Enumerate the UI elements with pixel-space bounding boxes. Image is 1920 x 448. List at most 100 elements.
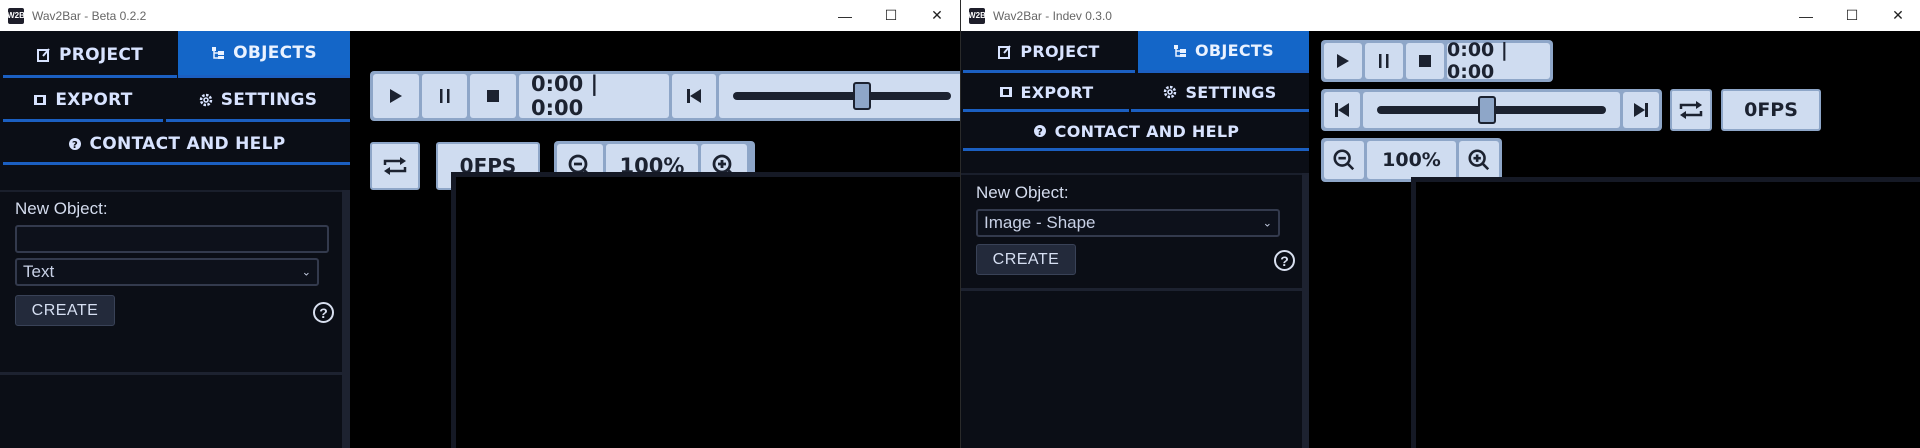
object-type-select[interactable]: Image - Shape ⌄ [976,209,1280,237]
zoom-in-button[interactable] [1459,141,1499,179]
sidebar-resize-handle[interactable] [342,190,350,448]
create-button[interactable]: CREATE [15,295,115,326]
stop-button[interactable] [1406,43,1444,79]
app-logo-icon: W2B [7,7,25,24]
new-object-label: New Object: [15,199,108,218]
sidebar: PROJECT OBJECTS EXPORT SETTINGS ? CONTAC… [0,31,350,448]
seek-thumb[interactable] [1478,96,1497,124]
tab-contact-help[interactable]: ? CONTACT AND HELP [3,125,350,165]
settings-icon [199,93,212,107]
maximize-button[interactable]: ☐ [868,0,914,31]
project-icon [36,47,50,62]
zoom-in-icon [1468,149,1490,171]
tab-project-label: PROJECT [58,44,144,65]
loop-icon [383,157,407,175]
close-button[interactable]: ✕ [914,0,960,31]
playback-controls: 0:00 | 0:00 [1321,39,1553,83]
tab-objects-label: OBJECTS [1195,41,1274,60]
zoom-out-icon [1333,149,1355,171]
loop-button[interactable] [370,142,420,190]
new-object-label: New Object: [976,183,1069,202]
window-right: W2B Wav2Bar - Indev 0.3.0 — ☐ ✕ PROJECT … [960,0,1920,448]
minimize-button[interactable]: — [822,0,868,31]
project-icon [998,44,1012,59]
tab-settings[interactable]: SETTINGS [166,81,350,122]
chevron-down-icon: ⌄ [301,266,311,279]
pause-icon [439,89,449,103]
window-title: Wav2Bar - Beta 0.2.2 [32,8,147,23]
pause-button[interactable] [1365,43,1403,79]
seek-slider[interactable] [719,74,960,118]
sidebar-divider [961,288,1302,291]
title-bar[interactable]: W2B Wav2Bar - Indev 0.3.0 — ☐ ✕ [961,0,1920,31]
minimize-button[interactable]: — [1783,0,1829,31]
zoom-level: 100% [1367,141,1456,179]
app-logo-text: W2B [7,10,25,20]
skip-back-button[interactable] [672,74,716,118]
play-button[interactable] [1324,43,1362,79]
chevron-down-icon: ⌄ [1262,217,1272,230]
help-circle-icon: ? [1033,125,1046,138]
seek-slider[interactable] [1363,92,1620,128]
window-left: W2B Wav2Bar - Beta 0.2.2 — ☐ ✕ PROJECT O… [0,0,960,448]
app-logo-text: W2B [968,10,986,20]
tab-export-label: EXPORT [55,90,133,110]
new-object-panel: New Object: Image - Shape ⌄ CREATE ? [961,173,1302,288]
tab-settings[interactable]: SETTINGS [1131,75,1309,112]
stop-icon [487,90,499,102]
zoom-out-button[interactable] [1324,141,1364,179]
skip-back-icon [687,89,701,103]
window-title: Wav2Bar - Indev 0.3.0 [993,8,1112,23]
skip-back-button[interactable] [1324,92,1360,128]
help-circle-icon: ? [68,137,81,151]
seek-controls [1321,89,1662,131]
play-button[interactable] [373,74,419,118]
play-icon [1337,54,1349,68]
tab-contact-label: CONTACT AND HELP [89,133,286,154]
svg-text:?: ? [1037,127,1043,138]
object-type-value: Image - Shape [984,213,1096,232]
tab-settings-label: SETTINGS [220,90,318,110]
tab-export[interactable]: EXPORT [963,75,1129,112]
title-bar[interactable]: W2B Wav2Bar - Beta 0.2.2 — ☐ ✕ [0,0,960,31]
tab-settings-label: SETTINGS [1185,82,1277,102]
seek-track [733,92,951,100]
tab-objects[interactable]: OBJECTS [178,31,350,78]
create-button[interactable]: CREATE [976,244,1076,275]
sidebar-divider [0,372,342,375]
loop-button[interactable] [1670,89,1712,131]
close-button[interactable]: ✕ [1875,0,1920,31]
loop-icon [1679,101,1703,119]
app-logo-icon: W2B [968,7,986,24]
tab-project-label: PROJECT [1020,42,1100,61]
tab-export[interactable]: EXPORT [3,81,163,122]
object-name-input[interactable] [15,225,329,253]
time-display: 0:00 | 0:00 [1447,39,1550,83]
skip-forward-icon [1634,103,1648,117]
tab-contact-help[interactable]: ? CONTACT AND HELP [963,114,1309,151]
tab-project[interactable]: PROJECT [3,34,177,78]
objects-icon [212,47,225,59]
help-icon[interactable]: ? [313,302,334,323]
tab-objects[interactable]: OBJECTS [1138,31,1309,73]
stop-icon [1419,55,1431,67]
export-icon [999,87,1012,97]
zoom-controls: 100% [1321,138,1502,182]
help-icon[interactable]: ? [1274,250,1295,271]
seek-thumb[interactable] [853,82,871,110]
pause-icon [1379,54,1389,68]
svg-text:?: ? [71,140,77,151]
stop-button[interactable] [470,74,516,118]
fps-display: 0FPS [1721,89,1821,131]
stage-canvas[interactable] [456,177,960,448]
pause-button[interactable] [422,74,467,118]
object-type-value: Text [23,262,55,281]
tab-project[interactable]: PROJECT [963,33,1135,73]
maximize-button[interactable]: ☐ [1829,0,1875,31]
tab-export-label: EXPORT [1020,82,1094,102]
skip-forward-button[interactable] [1623,92,1659,128]
object-type-select[interactable]: Text ⌄ [15,258,319,286]
stage-canvas[interactable] [1416,182,1920,448]
sidebar-resize-handle[interactable] [1302,173,1309,448]
skip-back-icon [1335,103,1349,117]
